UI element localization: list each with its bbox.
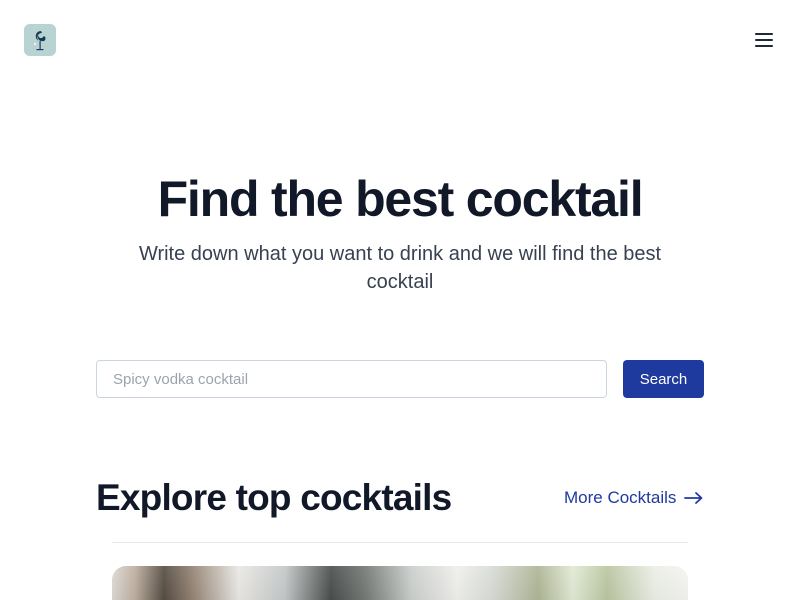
menu-bar-bottom (755, 45, 773, 47)
explore-section-title: Explore top cocktails (96, 477, 452, 518)
card-image-overlay (112, 566, 688, 600)
search-button[interactable]: Search (623, 360, 704, 398)
cocktail-glass-logo-icon[interactable] (24, 24, 56, 56)
menu-bar-middle (755, 39, 773, 41)
hero-subtitle: Write down what you want to drink and we… (138, 243, 662, 293)
hamburger-menu-icon[interactable] (752, 28, 776, 52)
arrow-right-icon (684, 491, 704, 505)
more-cocktails-label: More Cocktails (564, 488, 677, 507)
cocktail-card-image[interactable] (112, 566, 688, 600)
more-cocktails-link[interactable]: More Cocktails (564, 486, 704, 510)
section-divider (112, 542, 688, 543)
menu-bar-top (755, 33, 773, 35)
search-input[interactable] (96, 360, 607, 398)
page: Find the best cocktail Write down what y… (0, 0, 800, 600)
hero-title: Find the best cocktail (157, 171, 644, 227)
